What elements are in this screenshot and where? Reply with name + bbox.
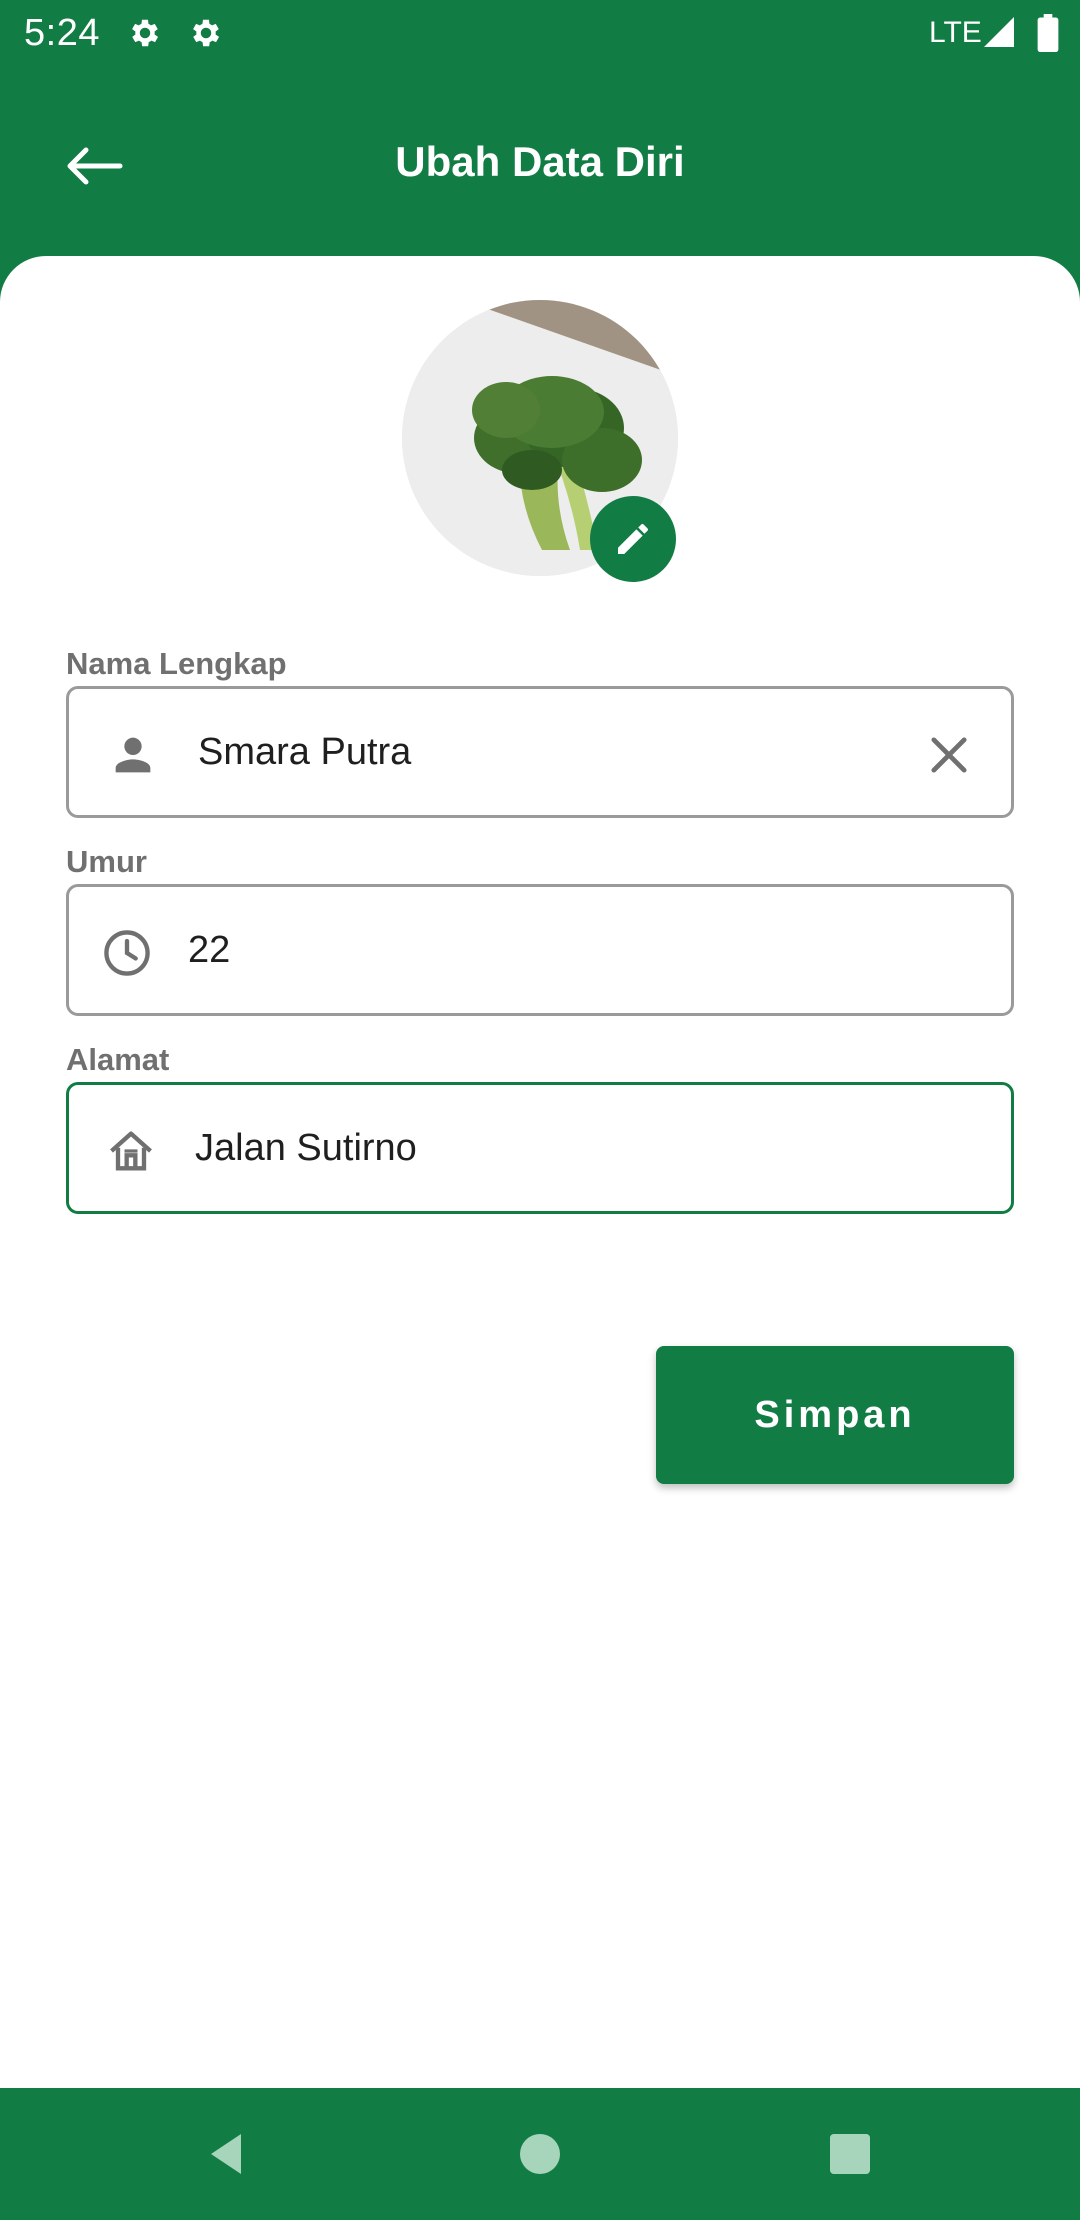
status-time: 5:24	[24, 12, 100, 54]
recents-square-icon[interactable]	[820, 2124, 880, 2184]
edit-photo-button[interactable]	[590, 496, 676, 582]
form-sheet: Nama Lengkap Smara Putra Umur 22 Alamat …	[0, 256, 1080, 2088]
app-bar: Ubah Data Diri	[0, 66, 1080, 256]
pencil-icon	[618, 523, 648, 554]
clock-icon	[104, 930, 150, 976]
back-triangle-icon[interactable]	[196, 2124, 256, 2184]
save-button[interactable]: Simpan	[656, 1346, 1014, 1484]
settings-gear-icon	[132, 19, 159, 47]
address-value[interactable]: Jalan Sutirno	[195, 1127, 417, 1170]
age-label: Umur	[66, 844, 147, 879]
age-value[interactable]: 22	[188, 929, 230, 972]
battery-icon	[1037, 14, 1059, 52]
name-field[interactable]: Smara Putra	[66, 686, 1014, 818]
status-bar: 5:24 LTE	[0, 0, 1080, 66]
name-label: Nama Lengkap	[66, 646, 287, 681]
home-circle-icon[interactable]	[510, 2124, 570, 2184]
network-type: LTE	[929, 16, 982, 49]
home-icon	[110, 1131, 152, 1171]
settings-gear-icon	[193, 19, 220, 47]
age-field[interactable]: 22	[66, 884, 1014, 1016]
name-value[interactable]: Smara Putra	[198, 731, 411, 774]
system-nav-bar	[0, 2088, 1080, 2220]
signal-icon	[984, 17, 1014, 47]
address-label: Alamat	[66, 1042, 170, 1077]
page-title: Ubah Data Diri	[395, 138, 685, 185]
close-icon[interactable]	[923, 729, 975, 781]
profile-photo-area	[402, 300, 682, 582]
person-icon	[115, 737, 151, 773]
address-field[interactable]: Jalan Sutirno	[66, 1082, 1014, 1214]
